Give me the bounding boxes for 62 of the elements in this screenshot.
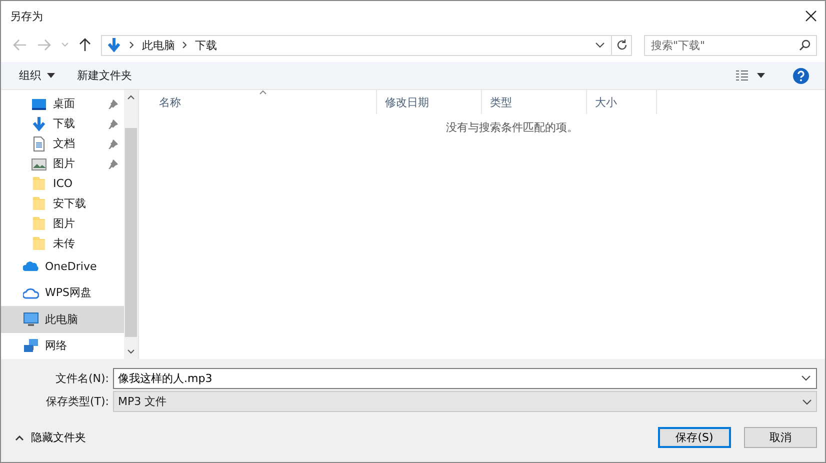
sidebar-item[interactable]: 文档	[1, 134, 124, 154]
search-field[interactable]: 搜索"下载"	[644, 34, 817, 56]
sidebar-item[interactable]: 桌面	[1, 94, 124, 114]
image-icon	[31, 156, 47, 172]
sidebar-item[interactable]: ICO	[1, 174, 124, 194]
search-icon	[799, 38, 811, 50]
filename-field[interactable]: 像我这样的人.mp3	[113, 368, 817, 389]
sidebar-item[interactable]: 安下载	[1, 193, 124, 214]
sidebar-item[interactable]: 图片	[1, 213, 124, 234]
chevron-icon	[182, 41, 188, 49]
field-label: 保存类型(T):	[44, 394, 110, 409]
scroll-thumb[interactable]	[125, 128, 137, 337]
new-folder-button[interactable]: 新建文件夹	[69, 65, 140, 86]
empty-message: 没有与搜索条件匹配的项。	[446, 120, 578, 135]
address-bar[interactable]: 此电脑 下载	[101, 34, 612, 56]
computer-icon	[23, 311, 39, 328]
caret-up-icon	[15, 434, 24, 440]
sidebar-item[interactable]: 未传	[1, 233, 124, 253]
folder-icon	[31, 235, 47, 252]
sidebar-item[interactable]: 此电脑	[1, 306, 124, 332]
folder-icon	[31, 195, 47, 212]
column-header[interactable]: 大小	[587, 90, 657, 114]
window-title: 另存为	[10, 8, 44, 24]
sidebar-item[interactable]: WPS网盘	[1, 280, 124, 306]
sidebar-item[interactable]: 下载	[1, 114, 124, 134]
field-label: 文件名(N):	[54, 371, 110, 386]
hide-folders-button[interactable]: 隐藏文件夹	[13, 428, 88, 447]
scroll-down-icon	[127, 349, 135, 354]
dropdown-caret-icon	[802, 398, 812, 404]
cancel-button[interactable]: 取消	[744, 427, 817, 448]
refresh-icon	[616, 39, 628, 51]
sidebar-item[interactable]: OneDrive	[1, 253, 124, 280]
dropdown-caret-icon	[801, 375, 811, 381]
down-arrow-icon	[106, 37, 122, 53]
column-header[interactable]: 修改日期	[377, 90, 482, 114]
dropdown-caret-icon[interactable]	[595, 42, 605, 48]
file-type-dropdown[interactable]: MP3 文件	[113, 391, 817, 412]
save-button[interactable]: 保存(S)	[658, 427, 731, 448]
organize-button[interactable]: 组织	[11, 65, 63, 86]
column-header[interactable]: 名称	[151, 90, 377, 114]
column-header[interactable]: 类型	[482, 90, 587, 114]
down-arrow-icon	[31, 116, 47, 132]
sort-caret-icon	[259, 90, 267, 95]
caret-icon	[757, 73, 765, 78]
folder-icon	[31, 215, 47, 232]
list-view-icon	[735, 70, 749, 82]
up-arrow-icon[interactable]	[79, 38, 91, 52]
view-options-button[interactable]	[735, 70, 765, 82]
folder-icon	[31, 175, 47, 192]
sidebar-item[interactable]: 网络	[1, 332, 124, 359]
caret-icon	[47, 73, 55, 78]
help-icon[interactable]	[793, 68, 809, 84]
refresh-button[interactable]	[612, 34, 632, 56]
document-icon	[31, 136, 47, 152]
scrollbar[interactable]	[124, 90, 138, 359]
scroll-up-icon	[127, 95, 135, 100]
network-icon	[23, 338, 39, 354]
breadcrumb[interactable]: 此电脑	[142, 38, 175, 52]
sidebar-item[interactable]: 图片	[1, 154, 124, 174]
close-icon[interactable]	[805, 10, 817, 22]
chevron-icon	[129, 41, 135, 49]
breadcrumb[interactable]: 下载	[195, 38, 217, 52]
